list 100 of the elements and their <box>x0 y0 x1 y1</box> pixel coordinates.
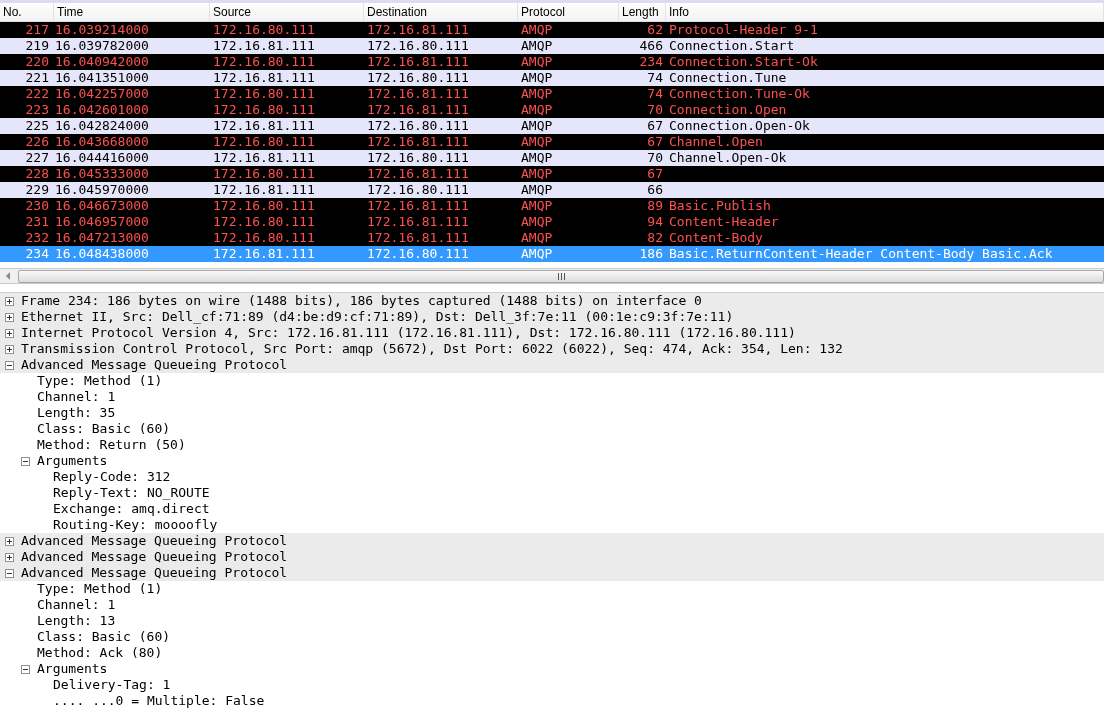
table-cell: Connection.Open <box>669 102 787 117</box>
column-header[interactable]: Destination <box>364 3 518 21</box>
tree-item[interactable]: Delivery-Tag: 1 <box>53 677 171 693</box>
scroll-left-icon[interactable] <box>5 272 11 280</box>
table-cell: 221 <box>25 70 49 85</box>
tree-item[interactable]: Arguments <box>37 661 108 677</box>
table-cell: 16.044416000 <box>55 150 149 165</box>
table-cell: 231 <box>25 214 49 229</box>
tree-item[interactable]: Arguments <box>37 453 108 469</box>
table-cell: 172.16.80.111 <box>213 54 315 69</box>
tree-item[interactable]: Length: 13 <box>37 613 116 629</box>
packet-row[interactable]: 229 16.045970000 172.16.81.111 172.16.80.111 AMQP 66 <box>0 182 1104 198</box>
tree-item[interactable]: Type: Method (1) <box>37 581 163 597</box>
tree-item[interactable]: Reply-Text: NO_ROUTE <box>53 485 210 501</box>
table-cell: AMQP <box>521 214 553 229</box>
tree-item[interactable]: Channel: 1 <box>37 597 116 613</box>
table-cell: 82 <box>647 230 663 245</box>
table-cell: 172.16.80.111 <box>367 150 469 165</box>
packet-row[interactable]: 220 16.040942000 172.16.80.111 172.16.81.111 AMQP 234 Connection.Start-Ok <box>0 54 1104 70</box>
table-cell: 66 <box>647 182 663 197</box>
expand-icon[interactable] <box>5 296 14 306</box>
table-cell: 172.16.81.111 <box>213 246 315 261</box>
table-cell: 172.16.80.111 <box>367 38 469 53</box>
table-cell: 466 <box>639 38 663 53</box>
collapse-icon[interactable] <box>5 568 14 578</box>
packet-row[interactable]: 217 16.039214000 172.16.80.111 172.16.81.111 AMQP 62 Protocol-Header 9-1 <box>0 22 1104 38</box>
table-cell: AMQP <box>521 54 553 69</box>
column-header[interactable]: Protocol <box>518 3 619 21</box>
packet-row[interactable]: 231 16.046957000 172.16.80.111 172.16.81.111 AMQP 94 Content-Header <box>0 214 1104 230</box>
table-cell: 172.16.80.111 <box>213 166 315 181</box>
expand-icon[interactable] <box>5 312 14 322</box>
tree-item[interactable]: Routing-Key: moooofly <box>53 517 218 533</box>
collapse-icon[interactable] <box>21 456 30 466</box>
column-header[interactable]: Info <box>666 3 1104 21</box>
table-cell: 223 <box>25 102 49 117</box>
column-header[interactable]: Source <box>210 3 364 21</box>
table-cell: 16.041351000 <box>55 70 149 85</box>
table-cell: 172.16.81.111 <box>213 70 315 85</box>
table-cell: 172.16.80.111 <box>367 182 469 197</box>
packet-row[interactable]: 219 16.039782000 172.16.81.111 172.16.80.111 AMQP 466 Connection.Start <box>0 38 1104 54</box>
tree-item[interactable]: Length: 35 <box>37 405 116 421</box>
column-header[interactable]: Length <box>619 3 666 21</box>
table-cell: AMQP <box>521 198 553 213</box>
tree-item[interactable]: Reply-Code: 312 <box>53 469 171 485</box>
table-cell: 172.16.81.111 <box>213 182 315 197</box>
packet-row[interactable]: 232 16.047213000 172.16.80.111 172.16.81.111 AMQP 82 Content-Body <box>0 230 1104 246</box>
table-cell: 219 <box>25 38 49 53</box>
table-cell: 172.16.80.111 <box>213 102 315 117</box>
tree-item[interactable]: Method: Return (50) <box>37 437 186 453</box>
packet-row[interactable]: 225 16.042824000 172.16.81.111 172.16.80.111 AMQP 67 Connection.Open-Ok <box>0 118 1104 134</box>
packet-row[interactable]: 230 16.046673000 172.16.80.111 172.16.81.111 AMQP 89 Basic.Publish <box>0 198 1104 214</box>
table-cell: 172.16.81.111 <box>367 198 469 213</box>
collapse-icon[interactable] <box>5 360 14 370</box>
table-cell: Connection.Tune-Ok <box>669 86 810 101</box>
table-cell: AMQP <box>521 134 553 149</box>
table-cell: 234 <box>25 246 49 261</box>
table-cell: AMQP <box>521 230 553 245</box>
table-cell: AMQP <box>521 38 553 53</box>
table-cell: 172.16.81.111 <box>213 118 315 133</box>
expand-icon[interactable] <box>5 344 14 354</box>
tree-item[interactable]: Class: Basic (60) <box>37 629 171 645</box>
table-cell: 74 <box>647 70 663 85</box>
packet-row[interactable]: 226 16.043668000 172.16.80.111 172.16.81.111 AMQP 67 Channel.Open <box>0 134 1104 150</box>
packet-row[interactable]: 222 16.042257000 172.16.80.111 172.16.81.111 AMQP 74 Connection.Tune-Ok <box>0 86 1104 102</box>
table-cell: Protocol-Header 9-1 <box>669 22 818 37</box>
table-cell: Content-Header <box>669 214 779 229</box>
table-cell: 89 <box>647 198 663 213</box>
tree-item[interactable]: Type: Method (1) <box>37 373 163 389</box>
packet-row[interactable]: 227 16.044416000 172.16.81.111 172.16.80.111 AMQP 70 Channel.Open-Ok <box>0 150 1104 166</box>
table-cell: 234 <box>639 54 663 69</box>
table-cell: 70 <box>647 150 663 165</box>
table-cell: 16.045970000 <box>55 182 149 197</box>
table-cell: 172.16.81.111 <box>367 230 469 245</box>
packet-row[interactable]: 221 16.041351000 172.16.81.111 172.16.80.111 AMQP 74 Connection.Tune <box>0 70 1104 86</box>
table-cell: AMQP <box>521 118 553 133</box>
table-cell: 172.16.80.111 <box>367 118 469 133</box>
tree-item[interactable]: Method: Ack (80) <box>37 645 163 661</box>
table-cell: 16.040942000 <box>55 54 149 69</box>
collapse-icon[interactable] <box>21 664 30 674</box>
column-header[interactable]: No. <box>0 3 54 21</box>
table-cell: AMQP <box>521 22 553 37</box>
tree-item[interactable]: Channel: 1 <box>37 389 116 405</box>
table-cell: 172.16.81.111 <box>367 102 469 117</box>
tree-item[interactable]: Class: Basic (60) <box>37 421 171 437</box>
tree-item[interactable]: Exchange: amq.direct <box>53 501 210 517</box>
expand-icon[interactable] <box>5 328 14 338</box>
expand-icon[interactable] <box>5 536 14 546</box>
packet-row[interactable]: 228 16.045333000 172.16.80.111 172.16.81.111 AMQP 67 <box>0 166 1104 182</box>
table-cell: 172.16.81.111 <box>367 22 469 37</box>
table-cell: 16.039214000 <box>55 22 149 37</box>
table-cell: 172.16.81.111 <box>367 54 469 69</box>
table-cell: 172.16.80.111 <box>213 198 315 213</box>
packet-row[interactable]: 223 16.042601000 172.16.80.111 172.16.81.111 AMQP 70 Connection.Open <box>0 102 1104 118</box>
table-cell: 94 <box>647 214 663 229</box>
expand-icon[interactable] <box>5 552 14 562</box>
tree-item[interactable]: .... ...0 = Multiple: False <box>53 693 265 709</box>
table-cell: 172.16.80.111 <box>213 86 315 101</box>
table-cell: 16.039782000 <box>55 38 149 53</box>
table-cell: 220 <box>25 54 49 69</box>
column-header[interactable]: Time <box>54 3 210 21</box>
